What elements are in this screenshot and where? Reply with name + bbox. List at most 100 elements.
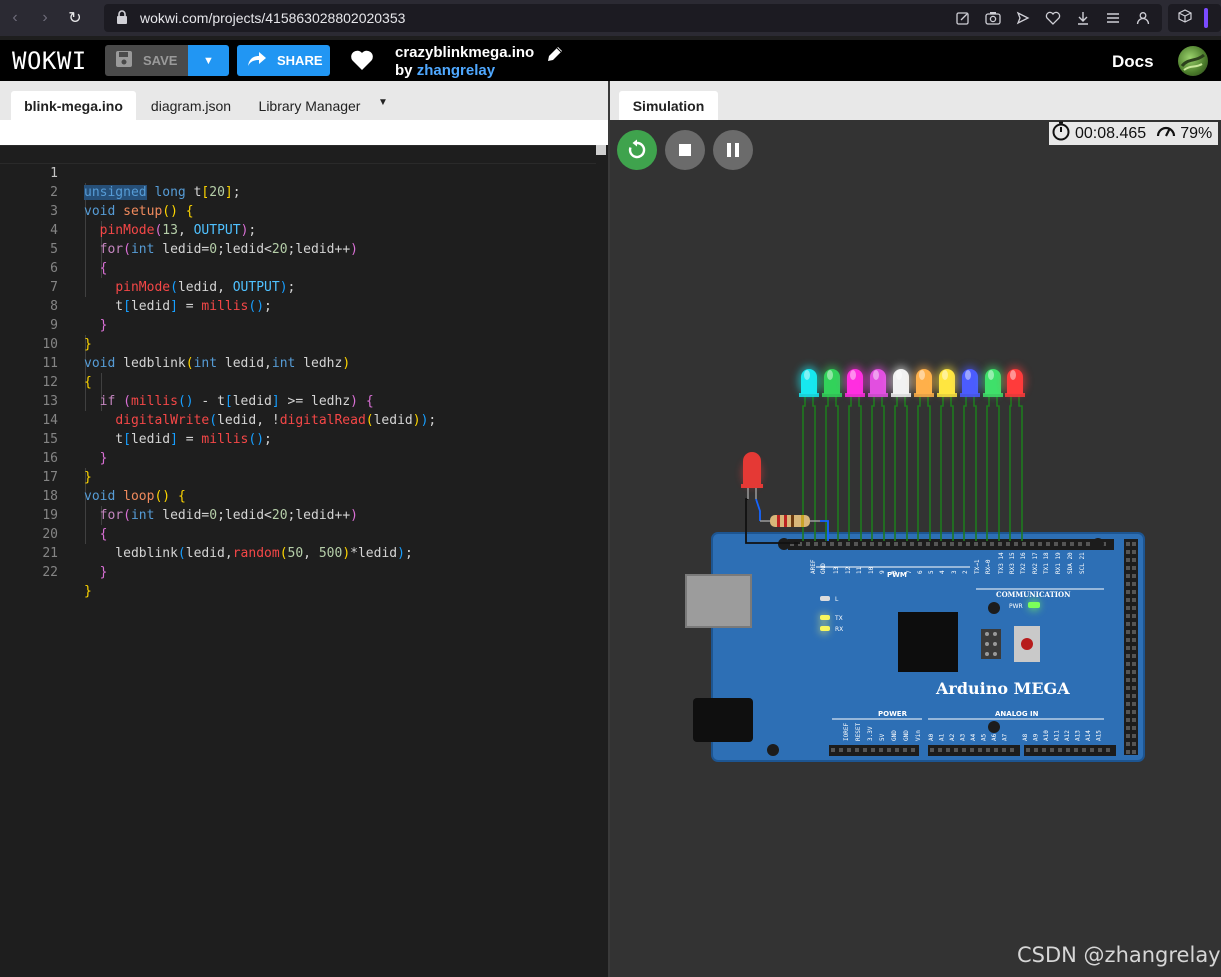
author-link[interactable]: zhangrelay xyxy=(417,62,495,79)
pin-label: 5 xyxy=(928,570,935,574)
microcontroller-chip xyxy=(898,612,958,672)
wire xyxy=(825,396,829,541)
pin-label: A14 xyxy=(1085,730,1092,741)
code-editor-pane: blink-mega.ino diagram.json Library Mana… xyxy=(0,81,608,977)
tab-library-manager[interactable]: Library Manager xyxy=(249,91,370,120)
wire xyxy=(881,396,885,541)
code-line: 17 void loop() { xyxy=(0,449,596,504)
pin-label: TX→1 xyxy=(974,559,981,574)
like-heart-icon[interactable] xyxy=(350,49,374,71)
pin-label: 10 xyxy=(868,566,875,574)
floppy-icon xyxy=(115,50,133,71)
edit-page-icon[interactable] xyxy=(954,9,972,27)
screenshot-icon[interactable] xyxy=(984,9,1002,27)
pin-label: 3 xyxy=(951,570,958,574)
browser-toolbar: ‹ › ↻ wokwi.com/projects/415863028802020… xyxy=(0,0,1221,36)
pin-label: 13 xyxy=(833,566,840,574)
app-header: WOKWI SAVE ▼ SHARE crazyblinkmega.ino by… xyxy=(0,40,1221,81)
code-line: 18 for(int ledid=0;ledid<20;ledid++) xyxy=(0,468,596,523)
pin-label: RESET xyxy=(855,723,862,741)
lock-icon xyxy=(116,9,130,27)
extensions-area xyxy=(1168,4,1221,32)
led[interactable] xyxy=(890,366,912,397)
tx-label: TX xyxy=(834,615,843,622)
led[interactable] xyxy=(982,366,1004,397)
address-bar[interactable]: wokwi.com/projects/415863028802020353 xyxy=(104,4,1162,32)
communication-label: COMMUNICATION xyxy=(996,590,1071,599)
code-line: 6 pinMode(ledid, OUTPUT); xyxy=(0,240,596,295)
code-line: 13 digitalWrite(ledid, !digitalRead(ledi… xyxy=(0,373,596,428)
led[interactable] xyxy=(867,366,889,397)
code-line: 10 void ledblink(int ledid,int ledhz) xyxy=(0,316,596,371)
pin-label: A11 xyxy=(1054,730,1061,741)
user-avatar[interactable] xyxy=(1178,46,1208,76)
editor-scrollbar[interactable] xyxy=(596,145,606,155)
back-icon[interactable]: ‹ xyxy=(0,0,30,36)
wire xyxy=(904,396,908,541)
resistor[interactable] xyxy=(760,515,820,527)
code-line: 7 t[ledid] = millis(); xyxy=(0,259,596,314)
arduino-mega-board[interactable]: Arduino MEGA PWM COMMUNICATION PWR L TX … xyxy=(685,532,1145,762)
pin-label: A15 xyxy=(1096,730,1103,741)
share-label: SHARE xyxy=(277,53,323,68)
tab-blink-mega-ino[interactable]: blink-mega.ino xyxy=(11,91,136,120)
line-number: 22 xyxy=(42,565,58,580)
led[interactable] xyxy=(913,366,935,397)
pin-label: A10 xyxy=(1043,730,1050,741)
pin-label: SCL 21 xyxy=(1079,552,1086,574)
pin-label: 11 xyxy=(856,566,863,574)
led[interactable] xyxy=(798,366,820,397)
url-text: wokwi.com/projects/415863028802020353 xyxy=(140,10,406,26)
code-line: 3 pinMode(13, OUTPUT); xyxy=(0,183,596,238)
tab-diagram-json[interactable]: diagram.json xyxy=(141,91,241,120)
account-icon[interactable] xyxy=(1134,9,1152,27)
pin-label: 5V xyxy=(879,733,886,741)
circuit-canvas[interactable]: Arduino MEGA PWM COMMUNICATION PWR L TX … xyxy=(610,81,1221,977)
download-icon[interactable] xyxy=(1074,9,1092,27)
code-line: 20 ledblink(ledid,random(50, 500)*ledid)… xyxy=(0,506,596,561)
forward-icon[interactable]: › xyxy=(30,0,60,36)
pin-label: RX2 17 xyxy=(1032,552,1039,574)
code-line: 11 { xyxy=(0,335,596,390)
wire xyxy=(812,396,816,541)
accent-indicator xyxy=(1204,8,1208,28)
extension-cube-icon[interactable] xyxy=(1178,8,1192,28)
code-line: 21 } xyxy=(0,525,596,580)
send-icon[interactable] xyxy=(1014,9,1032,27)
code-line: 1 unsigned long t[20]; xyxy=(0,145,596,200)
wire xyxy=(858,396,862,541)
share-button[interactable]: SHARE xyxy=(237,45,330,76)
wire xyxy=(927,396,931,541)
led[interactable] xyxy=(959,366,981,397)
wire xyxy=(963,396,967,541)
tabs-dropdown-icon[interactable]: ▼ xyxy=(378,97,388,108)
rename-pencil-icon[interactable] xyxy=(545,44,565,64)
code-area[interactable]: 1 unsigned long t[20]; 2 void setup() { … xyxy=(0,145,608,977)
wire xyxy=(986,396,990,541)
code-line: 9 } xyxy=(0,297,596,352)
power-jack xyxy=(693,698,753,742)
save-options-button[interactable]: ▼ xyxy=(188,45,229,76)
led[interactable] xyxy=(844,366,866,397)
pin-label: A6 xyxy=(991,733,998,741)
favorite-icon[interactable] xyxy=(1044,9,1062,27)
reader-list-icon[interactable] xyxy=(1104,9,1122,27)
save-button[interactable]: SAVE xyxy=(105,45,188,76)
wire xyxy=(950,396,954,541)
code-line: 15 } xyxy=(0,411,596,466)
usb-port xyxy=(685,574,752,628)
led[interactable] xyxy=(821,366,843,397)
red-led-l13[interactable] xyxy=(741,452,763,499)
pin-label: A9 xyxy=(1033,733,1040,741)
code-text: } xyxy=(84,584,92,599)
pin-label: A0 xyxy=(928,733,935,741)
reload-icon[interactable]: ↻ xyxy=(60,0,90,36)
docs-link[interactable]: Docs xyxy=(1112,52,1154,72)
by-label: by xyxy=(395,62,413,79)
pin-label: 7 xyxy=(906,570,913,574)
wire xyxy=(1018,396,1023,541)
led[interactable] xyxy=(1004,366,1026,397)
led[interactable] xyxy=(936,366,958,397)
wokwi-logo[interactable]: WOKWI xyxy=(12,47,87,75)
pin-label: A8 xyxy=(1022,733,1029,741)
